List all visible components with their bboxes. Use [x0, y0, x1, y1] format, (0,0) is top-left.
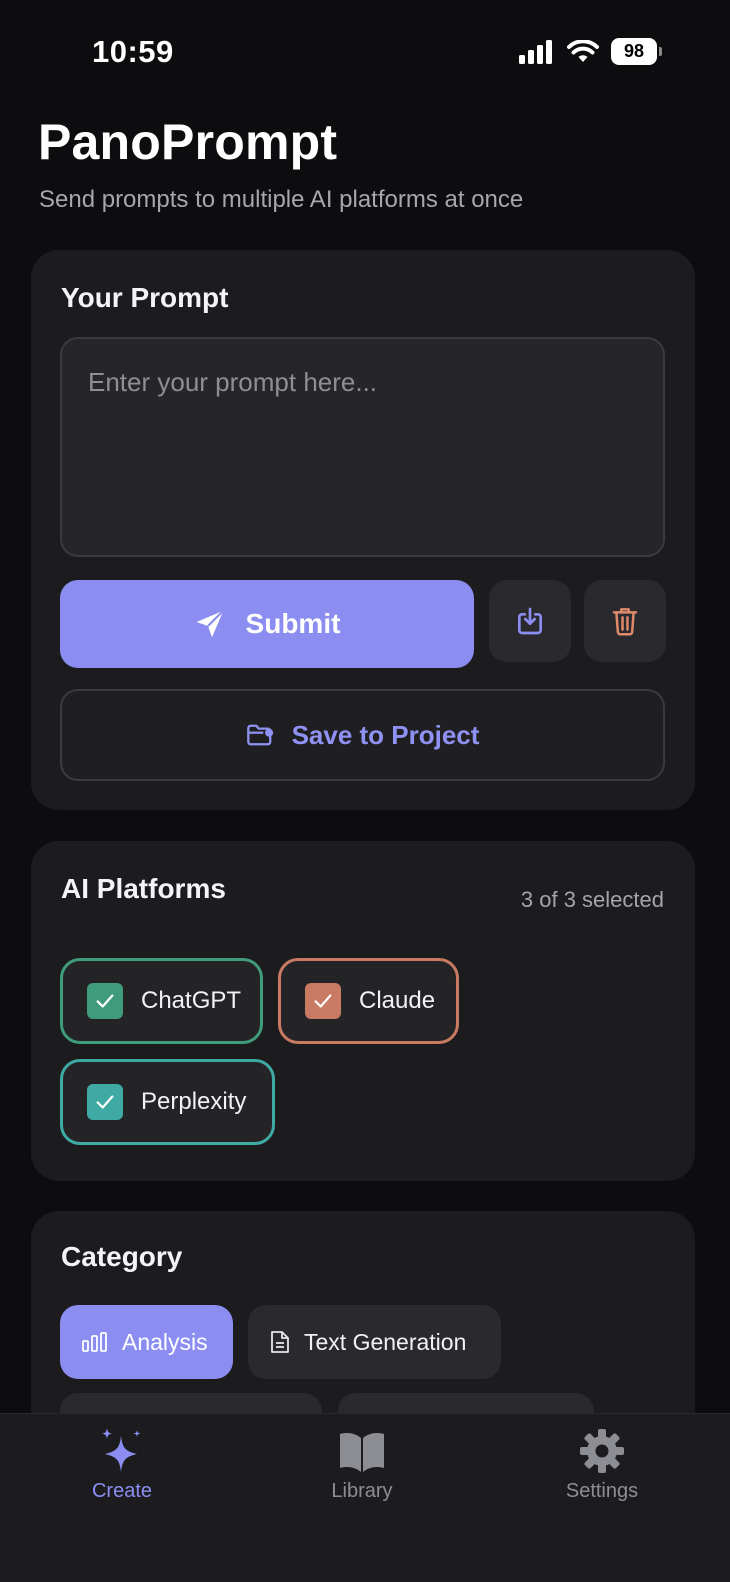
battery-level: 98 — [611, 38, 657, 65]
platform-chip-perplexity[interactable]: Perplexity — [60, 1059, 275, 1145]
document-icon — [271, 1331, 289, 1353]
sparkles-icon — [102, 1428, 141, 1472]
platform-label-claude: Claude — [359, 987, 436, 1014]
submit-button[interactable]: Submit — [60, 580, 474, 668]
checkbox-perplexity[interactable] — [87, 1084, 123, 1120]
battery-tip — [659, 47, 662, 56]
folder-add-icon — [246, 724, 273, 746]
send-icon — [196, 609, 224, 638]
prompt-card-title: Your Prompt — [61, 282, 229, 313]
tab-label-create: Create — [91, 1480, 153, 1502]
prompt-card: Your Prompt Submit — [31, 250, 695, 810]
checkbox-claude[interactable] — [305, 983, 341, 1019]
platform-label-chatgpt: ChatGPT — [141, 987, 242, 1014]
export-button[interactable] — [489, 580, 571, 662]
battery-indicator: 98 — [611, 38, 662, 65]
gear-icon — [580, 1429, 624, 1473]
bar-chart-icon — [82, 1332, 107, 1352]
status-time: 10:59 — [92, 34, 174, 69]
checkmark-icon — [314, 994, 332, 1008]
category-chip-text-generation[interactable]: Text Generation — [248, 1305, 501, 1379]
download-tray-icon — [518, 607, 542, 635]
status-bar: 10:59 98 — [0, 0, 730, 100]
platforms-card-title: AI Platforms — [61, 873, 226, 904]
prompt-input[interactable] — [60, 337, 665, 557]
selected-count: 3 of 3 selected — [520, 887, 664, 912]
save-to-project-button[interactable]: Save to Project — [60, 689, 665, 781]
delete-button[interactable] — [584, 580, 666, 662]
category-card-title: Category — [61, 1241, 183, 1272]
tab-create[interactable]: Create — [62, 1426, 182, 1503]
platform-label-perplexity: Perplexity — [141, 1088, 247, 1115]
category-chip-analysis[interactable]: Analysis — [60, 1305, 233, 1379]
app-screen: 10:59 98 PanoPrompt Send prompts to mult… — [0, 0, 730, 1582]
platforms-card: AI Platforms 3 of 3 selected ChatGPT Cla… — [31, 841, 695, 1181]
platform-chip-claude[interactable]: Claude — [278, 958, 459, 1044]
platform-chip-chatgpt[interactable]: ChatGPT — [60, 958, 263, 1044]
app-subtitle: Send prompts to multiple AI platforms at… — [39, 186, 524, 213]
book-icon — [340, 1433, 384, 1472]
checkmark-icon — [96, 994, 114, 1008]
tab-label-library: Library — [331, 1480, 393, 1502]
category-label-analysis: Analysis — [122, 1328, 208, 1355]
submit-label: Submit — [245, 608, 341, 639]
tab-settings[interactable]: Settings — [542, 1426, 662, 1503]
tab-label-settings: Settings — [565, 1480, 639, 1502]
wifi-icon — [567, 39, 599, 62]
tab-library[interactable]: Library — [302, 1426, 422, 1503]
checkbox-chatgpt[interactable] — [87, 983, 123, 1019]
cellular-signal-icon — [519, 39, 552, 64]
app-title: PanoPrompt — [38, 114, 338, 170]
trash-icon — [612, 608, 638, 636]
checkmark-icon — [96, 1095, 114, 1109]
tab-bar: Create Library Settings — [0, 1413, 730, 1582]
category-label-text-generation: Text Generation — [304, 1328, 467, 1355]
status-icons: 98 — [519, 38, 662, 65]
save-to-project-label: Save to Project — [291, 719, 480, 750]
